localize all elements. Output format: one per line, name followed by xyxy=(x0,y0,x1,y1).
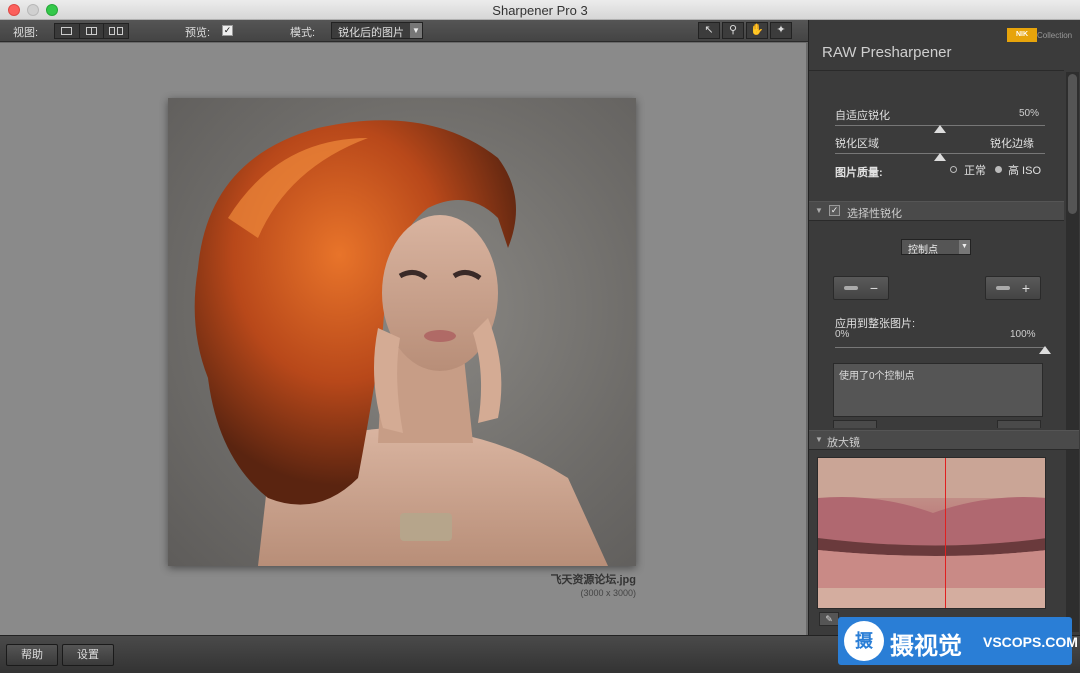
zoom-tool-button[interactable]: ⚲ xyxy=(722,22,744,39)
view-mode-group xyxy=(54,23,129,39)
title-bar: Sharpener Pro 3 xyxy=(0,0,1080,20)
brightness-tool-button[interactable]: ✦ xyxy=(770,22,792,39)
pointer-tool-button[interactable]: ↖ xyxy=(698,22,720,39)
loupe-pin-button[interactable]: ✎ xyxy=(819,612,839,626)
quality-normal-label: 正常 xyxy=(964,165,986,177)
image-quality-label: 图片质量: xyxy=(835,167,883,179)
watermark-url: VSCOPS.COM xyxy=(983,634,1078,650)
view-label: 视图: xyxy=(13,27,39,39)
hand-tool-button[interactable]: ✋ xyxy=(746,22,768,39)
brightness-icon: ✦ xyxy=(776,24,786,36)
collection-label: Collection xyxy=(1037,31,1073,40)
collapse-triangle-icon[interactable]: ▼ xyxy=(815,206,823,215)
preview-image[interactable] xyxy=(168,98,636,566)
mode-select[interactable]: 锐化后的图片 ▼ xyxy=(331,22,423,39)
minus-icon: − xyxy=(869,280,879,296)
app-window: Sharpener Pro 3 视图: 预览: ✓ 模式: 锐化后的图片 ▼ ↖… xyxy=(0,0,1080,673)
control-point-pin-icon xyxy=(995,286,1010,290)
side-by-side-view-button[interactable] xyxy=(104,24,128,38)
chevron-down-icon: ▼ xyxy=(959,240,970,254)
add-control-point-button[interactable]: + xyxy=(985,276,1041,300)
preview-label: 预览: xyxy=(185,27,211,39)
loupe-split-line[interactable] xyxy=(945,458,946,608)
chevron-down-icon: ▼ xyxy=(410,23,422,38)
adaptive-sharpening-value: 50% xyxy=(1019,108,1040,119)
split-view-button[interactable] xyxy=(80,24,105,38)
scrollbar-thumb[interactable] xyxy=(1068,74,1077,214)
pointer-icon: ↖ xyxy=(704,24,714,36)
panel-scrollbar[interactable] xyxy=(1066,72,1079,632)
panel-title: RAW Presharpener xyxy=(822,44,952,61)
apply-slider-thumb[interactable] xyxy=(1039,346,1051,354)
selective-sharpening-label: 选择性锐化 xyxy=(847,208,902,220)
loupe-preview[interactable] xyxy=(817,457,1046,609)
image-dimensions: (3000 x 3000) xyxy=(580,588,636,598)
pin-icon: ✎ xyxy=(825,614,833,624)
mode-label: 模式: xyxy=(290,27,316,39)
control-points-list[interactable]: 使用了0个控制点 xyxy=(833,363,1043,417)
quality-normal-radio[interactable] xyxy=(950,166,957,173)
control-point-select-value: 控制点 xyxy=(908,245,938,256)
control-point-pin-icon xyxy=(843,286,858,290)
dual-view-icon xyxy=(109,27,116,35)
help-button[interactable]: 帮助 xyxy=(6,644,58,666)
portrait-image xyxy=(194,120,608,566)
hand-icon: ✋ xyxy=(750,24,764,36)
preview-checkbox[interactable]: ✓ xyxy=(222,25,233,36)
adaptive-slider-thumb[interactable] xyxy=(934,125,946,133)
nik-logo: NIK xyxy=(1007,28,1037,42)
single-view-button[interactable] xyxy=(55,24,80,38)
adaptive-sharpening-label: 自适应锐化 xyxy=(835,110,890,122)
apply-slider-track[interactable] xyxy=(835,347,1045,348)
control-points-count: 使用了0个控制点 xyxy=(839,371,915,382)
watermark: 摄 摄视觉 VSCOPS.COM xyxy=(838,617,1078,665)
window-title: Sharpener Pro 3 xyxy=(492,3,588,18)
image-canvas[interactable]: 飞天资源论坛.jpg (3000 x 3000) xyxy=(0,43,806,635)
control-panel: NIK Collection RAW Presharpener 自适应锐化 50… xyxy=(808,20,1080,635)
sharpen-edge-label: 锐化边缘 xyxy=(990,138,1034,150)
apply-min-label: 0% xyxy=(835,329,850,340)
header-divider xyxy=(809,70,1064,71)
selective-sharpening-section[interactable]: ▼ ✓ 选择性锐化 xyxy=(809,201,1064,221)
watermark-text: 摄视觉 xyxy=(890,633,962,660)
toolbar: 视图: 预览: ✓ 模式: 锐化后的图片 ▼ ↖ ⚲ ✋ ✦ xyxy=(0,20,808,42)
image-filename: 飞天资源论坛.jpg xyxy=(550,574,636,586)
loupe-section[interactable]: ▼ 放大镜 xyxy=(809,430,1079,450)
quality-high-iso-label: 高 ISO xyxy=(1008,165,1042,177)
split-view-icon xyxy=(86,27,97,35)
settings-button[interactable]: 设置 xyxy=(62,644,114,666)
remove-control-point-button[interactable]: − xyxy=(833,276,889,300)
area-slider-thumb[interactable] xyxy=(934,153,946,161)
loupe-label: 放大镜 xyxy=(827,437,860,449)
list-action-button-right[interactable] xyxy=(997,420,1041,428)
collapse-triangle-icon[interactable]: ▼ xyxy=(815,435,823,444)
mode-select-value: 锐化后的图片 xyxy=(338,27,404,39)
plus-icon: + xyxy=(1021,280,1031,296)
list-action-button-left[interactable] xyxy=(833,420,877,428)
sharpen-area-label: 锐化区域 xyxy=(835,138,879,150)
lips-closeup-image xyxy=(818,458,1045,608)
selective-sharpening-checkbox[interactable]: ✓ xyxy=(829,205,840,216)
quality-high-iso-radio[interactable] xyxy=(995,166,1002,173)
zoom-icon: ⚲ xyxy=(728,24,738,36)
watermark-logo: 摄 xyxy=(844,621,884,661)
control-point-select[interactable]: 控制点 ▼ xyxy=(901,239,971,256)
apply-max-label: 100% xyxy=(1010,329,1036,340)
single-view-icon xyxy=(61,27,73,35)
